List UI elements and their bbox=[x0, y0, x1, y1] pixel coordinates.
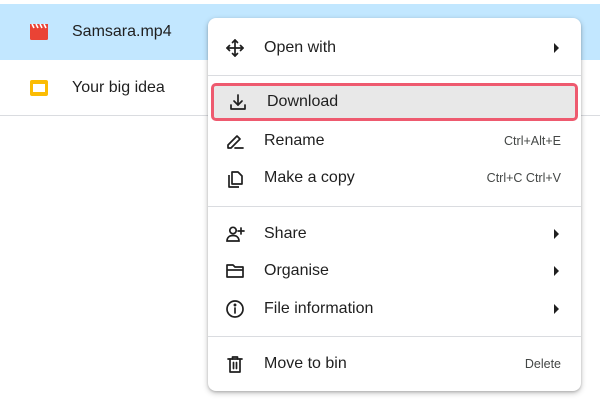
info-icon bbox=[224, 298, 246, 320]
video-file-icon bbox=[28, 21, 50, 43]
menu-item-label: Make a copy bbox=[264, 168, 355, 186]
rename-pencil-icon bbox=[224, 130, 246, 152]
share-person-add-icon bbox=[224, 223, 246, 245]
download-icon bbox=[227, 91, 249, 113]
copy-icon bbox=[224, 167, 246, 189]
context-menu: Open with Download Rename Ctrl+Alt+E Mak… bbox=[208, 18, 581, 391]
menu-item-label: Organise bbox=[264, 261, 329, 279]
submenu-arrow-icon bbox=[554, 265, 559, 276]
file-name: Samsara.mp4 bbox=[72, 22, 172, 40]
submenu-arrow-icon bbox=[554, 228, 559, 239]
keyboard-shortcut: Ctrl+Alt+E bbox=[504, 133, 561, 148]
trash-icon bbox=[224, 353, 246, 375]
menu-item-label: File information bbox=[264, 299, 374, 317]
menu-item-open-with[interactable]: Open with bbox=[208, 29, 581, 66]
submenu-arrow-icon bbox=[554, 303, 559, 314]
menu-item-make-a-copy[interactable]: Make a copy Ctrl+C Ctrl+V bbox=[208, 159, 581, 196]
menu-divider bbox=[208, 206, 581, 207]
menu-item-label: Download bbox=[267, 93, 339, 110]
menu-item-rename[interactable]: Rename Ctrl+Alt+E bbox=[208, 122, 581, 159]
menu-item-label: Move to bin bbox=[264, 354, 347, 372]
open-with-icon bbox=[224, 37, 246, 59]
menu-item-file-information[interactable]: File information bbox=[208, 290, 581, 327]
submenu-arrow-icon bbox=[554, 42, 559, 53]
keyboard-shortcut: Ctrl+C Ctrl+V bbox=[486, 170, 561, 185]
menu-item-label: Rename bbox=[264, 131, 325, 149]
menu-item-move-to-bin[interactable]: Move to bin Delete bbox=[208, 345, 581, 382]
menu-item-share[interactable]: Share bbox=[208, 215, 581, 252]
slides-file-icon bbox=[28, 77, 50, 99]
menu-divider bbox=[208, 75, 581, 76]
menu-divider bbox=[208, 336, 581, 337]
menu-item-organise[interactable]: Organise bbox=[208, 252, 581, 289]
keyboard-shortcut: Delete bbox=[524, 356, 561, 371]
file-name: Your big idea bbox=[72, 78, 165, 96]
menu-item-download[interactable]: Download bbox=[211, 83, 578, 121]
folder-icon bbox=[224, 260, 246, 282]
menu-item-label: Open with bbox=[264, 38, 337, 56]
menu-item-label: Share bbox=[264, 224, 307, 242]
